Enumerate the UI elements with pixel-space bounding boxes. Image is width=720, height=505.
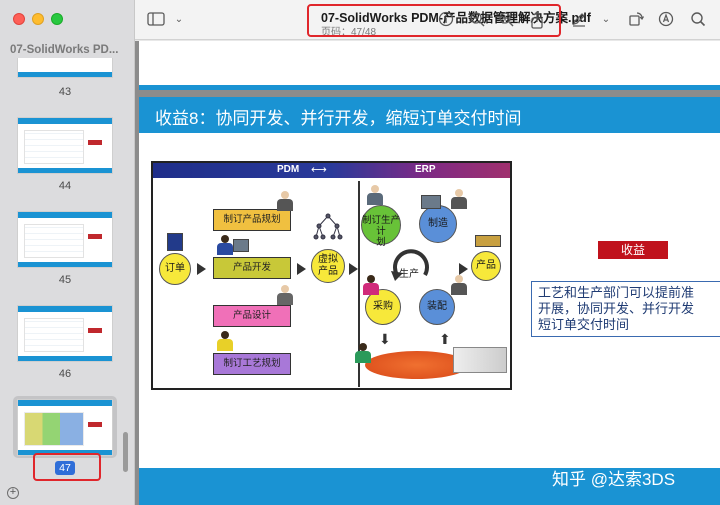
benefit-text: 工艺和生产部门可以提前准 开展，协同开发、并行开发 短订单交付时间 bbox=[531, 281, 720, 337]
production-plan-label-1: 制订生产计 bbox=[362, 215, 401, 237]
window-controls bbox=[13, 13, 63, 25]
virtual-product-label-1: 虚拟 bbox=[318, 254, 338, 265]
product-design-box: 产品设计 bbox=[213, 305, 291, 327]
binder-icon bbox=[167, 233, 183, 251]
person-icon bbox=[449, 189, 469, 211]
slide-header: 收益8：协同开发、并行开发，缩短订单交付时间 bbox=[139, 97, 720, 133]
info-icon[interactable] bbox=[437, 11, 455, 29]
rotate-icon[interactable] bbox=[627, 11, 645, 29]
toolbar: ⌄ 07-SolidWorks PDM-产品数据管理解决方案.pdf 页码：47… bbox=[135, 0, 720, 40]
process-plan-box: 制订工艺规划 bbox=[213, 353, 291, 375]
up-arrow-icon: ⬆ bbox=[439, 331, 451, 347]
production-plan-node: 制订生产计 划 bbox=[361, 205, 401, 248]
person-icon bbox=[215, 235, 235, 257]
minimize-window-button[interactable] bbox=[32, 13, 44, 25]
markup-pen-icon[interactable] bbox=[570, 11, 588, 29]
arrow-icon bbox=[459, 263, 468, 275]
thumbnail-label: 45 bbox=[58, 274, 72, 286]
thumbnail-label: 43 bbox=[58, 86, 72, 98]
product-dev-box: 产品开发 bbox=[213, 257, 291, 279]
person-icon bbox=[275, 191, 295, 213]
chevron-down-icon[interactable]: ⌄ bbox=[597, 11, 615, 29]
pdm-label: PDM bbox=[277, 164, 300, 175]
benefit-text-line: 开展，协同开发、并行开发 bbox=[538, 301, 695, 316]
benefit-text-line: 短订单交付时间 bbox=[538, 317, 630, 332]
zoom-out-icon[interactable] bbox=[468, 11, 486, 29]
person-icon bbox=[275, 285, 295, 307]
annotate-icon[interactable] bbox=[657, 11, 675, 29]
arrow-icon bbox=[297, 263, 306, 275]
person-icon bbox=[215, 331, 235, 353]
add-icon[interactable]: + bbox=[7, 487, 19, 499]
thumbnail-label: 46 bbox=[58, 368, 72, 380]
search-icon[interactable] bbox=[689, 11, 707, 29]
down-arrow-icon: ⬇ bbox=[379, 331, 391, 347]
production-plan-label-2: 划 bbox=[376, 237, 386, 248]
document-view[interactable]: 收益8：协同开发、并行开发，缩短订单交付时间 PDM ⟷ ERP 订单 制订产品… bbox=[135, 41, 720, 505]
preview-window: 07-SolidWorks PD... 43 44 45 46 47 + ⌄ 0… bbox=[0, 0, 720, 505]
truck-icon bbox=[453, 347, 507, 373]
slide-title: 收益8：协同开发、并行开发，缩短订单交付时间 bbox=[155, 109, 522, 128]
tree-structure-icon bbox=[313, 213, 343, 241]
zoom-window-button[interactable] bbox=[51, 13, 63, 25]
close-window-button[interactable] bbox=[13, 13, 25, 25]
virtual-product-node: 虚拟 产品 bbox=[311, 249, 345, 283]
arrow-icon bbox=[349, 263, 358, 275]
zoom-in-icon[interactable] bbox=[497, 11, 515, 29]
sidebar-toggle-icon[interactable] bbox=[147, 11, 165, 29]
erp-label: ERP bbox=[415, 164, 436, 175]
benefit-label: 收益 bbox=[598, 241, 668, 259]
thumbnail-sidebar: 07-SolidWorks PD... 43 44 45 46 47 + bbox=[0, 0, 135, 505]
pdf-page-46 bbox=[139, 41, 720, 90]
title-highlight-annotation bbox=[307, 4, 561, 37]
double-arrow-icon: ⟷ bbox=[311, 164, 327, 176]
order-node: 订单 bbox=[159, 253, 191, 285]
person-icon bbox=[353, 343, 373, 365]
chevron-down-icon[interactable]: ⌄ bbox=[170, 11, 188, 29]
thumbnail-label: 44 bbox=[58, 180, 72, 192]
computer-icon bbox=[233, 239, 249, 252]
person-icon bbox=[449, 275, 469, 297]
production-label: 生产 bbox=[399, 269, 419, 280]
watermark: 知乎 @达索3DS bbox=[552, 470, 676, 489]
arrow-icon bbox=[197, 263, 206, 275]
product-node: 产品 bbox=[471, 251, 501, 281]
thumbnail-label-selected: 47 bbox=[55, 461, 75, 475]
virtual-product-label-2: 产品 bbox=[318, 266, 338, 277]
thumbnail-page-47[interactable] bbox=[17, 399, 113, 456]
thumbnail-page-44[interactable] bbox=[17, 117, 113, 174]
person-icon bbox=[361, 275, 381, 297]
thumbnail-page-43[interactable] bbox=[17, 58, 113, 78]
sidebar-scrollbar[interactable] bbox=[123, 432, 128, 472]
pdf-page-47: 收益8：协同开发、并行开发，缩短订单交付时间 PDM ⟷ ERP 订单 制订产品… bbox=[139, 97, 720, 505]
thumbnail-page-46[interactable] bbox=[17, 305, 113, 362]
thumbnail-page-45[interactable] bbox=[17, 211, 113, 268]
person-icon bbox=[365, 185, 385, 207]
machine-icon bbox=[421, 195, 441, 209]
sidebar-title: 07-SolidWorks PD... bbox=[10, 44, 119, 56]
share-icon[interactable] bbox=[528, 11, 546, 29]
pdm-erp-bar: PDM ⟷ ERP bbox=[153, 163, 510, 178]
process-diagram: PDM ⟷ ERP 订单 制订产品规划 产品开发 产品设计 制订工艺规划 虚拟 … bbox=[151, 161, 512, 390]
vehicle-icon bbox=[475, 235, 501, 247]
benefit-text-line: 工艺和生产部门可以提前准 bbox=[538, 285, 695, 300]
